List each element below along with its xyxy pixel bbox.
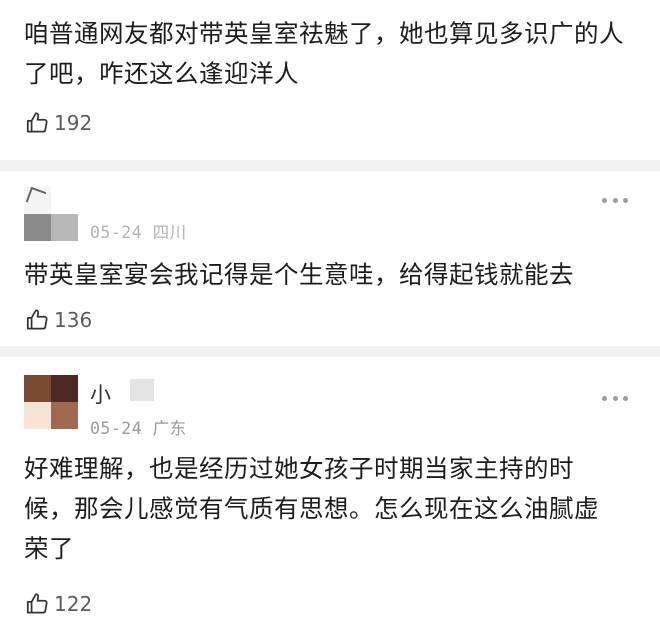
thumbs-up-icon xyxy=(26,112,48,133)
thumbs-up-icon xyxy=(26,593,48,614)
more-dots-icon[interactable] xyxy=(602,195,628,205)
thumbs-up-icon xyxy=(26,309,48,330)
comment-text: 好难理解，也是经历过她女孩子时期当家主持的时候，那会儿感觉有气质有思想。怎么现在… xyxy=(24,454,599,563)
comment-text: 带英皇室宴会我记得是个生意哇，给得起钱就能去 xyxy=(24,260,574,289)
comment-text: 咱普通网友都对带英皇室祛魅了，她也算见多识广的人了吧，咋还这么逢迎洋人 xyxy=(24,19,624,88)
more-dots-icon[interactable] xyxy=(602,393,628,403)
comment-meta: 05-24 四川 xyxy=(90,223,187,242)
comment-meta: 05-24 广东 xyxy=(90,419,187,438)
divider xyxy=(0,160,660,171)
avatar[interactable] xyxy=(24,375,78,429)
name-blur xyxy=(130,379,154,401)
like-button[interactable]: 122 xyxy=(24,589,92,619)
divider xyxy=(0,346,660,357)
like-count: 136 xyxy=(54,308,93,332)
like-count: 122 xyxy=(54,592,93,616)
avatar[interactable] xyxy=(24,187,78,241)
like-button[interactable]: 136 xyxy=(24,305,92,335)
user-name[interactable]: 小 xyxy=(90,379,111,409)
like-button[interactable]: 192 xyxy=(24,108,92,138)
like-count: 192 xyxy=(54,111,93,135)
